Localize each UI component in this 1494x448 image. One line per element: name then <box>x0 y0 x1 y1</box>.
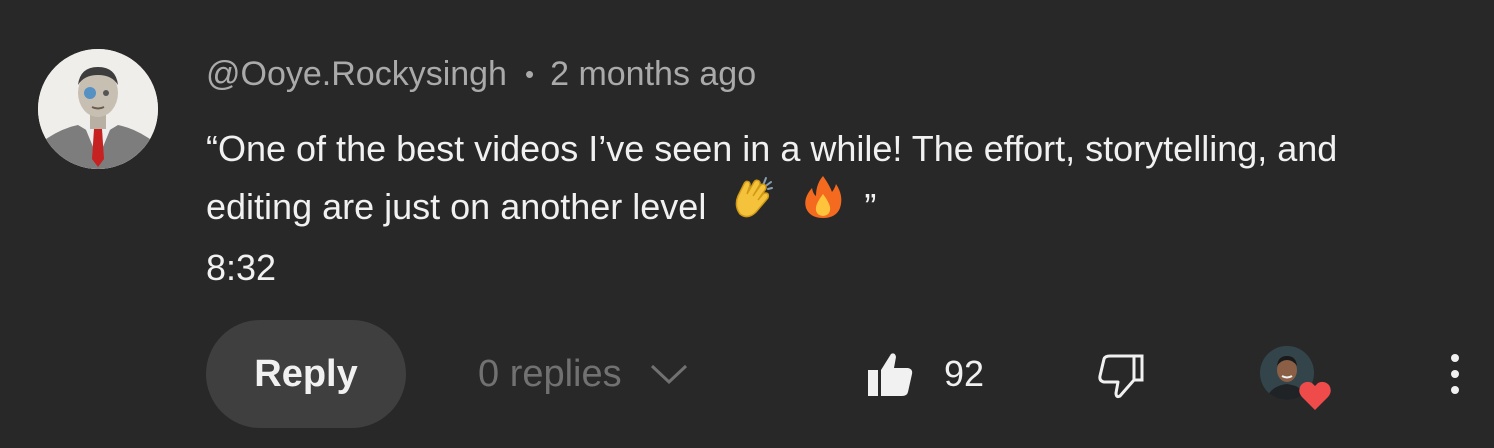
comment-header: @Ooye.Rockysingh • 2 months ago <box>206 52 756 96</box>
vertical-ellipsis-icon[interactable] <box>1440 350 1470 400</box>
meta-separator: • <box>524 59 535 89</box>
chevron-down-icon <box>650 347 688 399</box>
avatar-portrait-image <box>38 49 158 169</box>
replies-toggle[interactable]: 0 replies <box>478 348 688 400</box>
thumbs-down-icon[interactable] <box>1096 352 1144 400</box>
comment-text-line-2-text: editing are just on another level <box>206 186 707 227</box>
heart-icon <box>1298 380 1332 412</box>
like-count: 92 <box>944 353 985 394</box>
comment-text: “One of the best videos I’ve seen in a w… <box>206 120 1456 237</box>
thumbs-up-icon[interactable] <box>866 350 914 398</box>
creator-heart-badge[interactable] <box>1260 346 1334 416</box>
comment-time-ago[interactable]: 2 months ago <box>550 55 756 93</box>
comment-text-line-1: “One of the best videos I’ve seen in a w… <box>206 128 1338 169</box>
commenter-avatar[interactable] <box>38 49 158 169</box>
comment-text-line-2: editing are just on another level ” <box>206 175 1456 237</box>
fire-emoji-icon <box>802 174 844 237</box>
clapping-hands-emoji-icon <box>730 174 776 237</box>
comment-close-quote: ” <box>864 186 877 227</box>
reply-button[interactable]: Reply <box>206 320 406 428</box>
replies-count-label: 0 replies <box>478 353 622 395</box>
author-handle[interactable]: @Ooye.Rockysingh <box>206 55 507 93</box>
timestamp-link[interactable]: 8:32 <box>206 240 276 296</box>
comment-card: @Ooye.Rockysingh • 2 months ago “One of th… <box>0 0 1494 448</box>
